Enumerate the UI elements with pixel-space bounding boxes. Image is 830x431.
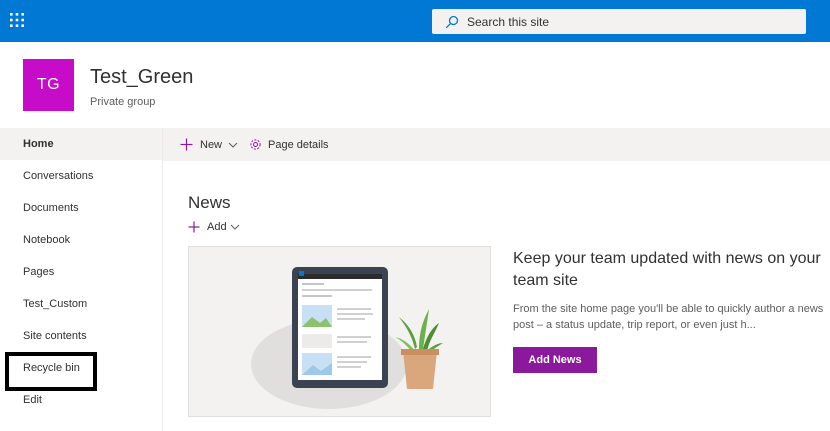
suite-bar: Search this site — [0, 0, 830, 42]
command-bar: New Page details — [163, 128, 830, 161]
nav-item-home[interactable]: Home — [0, 128, 162, 160]
site-logo[interactable]: TG — [23, 59, 74, 111]
site-title[interactable]: Test_Green — [90, 66, 193, 89]
news-illustration — [188, 246, 491, 417]
nav-item-site-contents[interactable]: Site contents — [0, 320, 162, 352]
app-launcher-button[interactable] — [5, 7, 29, 33]
site-privacy-label: Private group — [90, 96, 156, 108]
gear-icon — [249, 138, 262, 151]
search-box[interactable]: Search this site — [432, 9, 806, 34]
waffle-icon — [10, 13, 24, 27]
add-news-button[interactable]: Add News — [513, 347, 597, 373]
search-icon — [445, 15, 459, 29]
nav-item-pages[interactable]: Pages — [0, 256, 162, 288]
news-heading: News — [188, 193, 231, 212]
plus-icon — [180, 138, 193, 151]
nav-item-conversations[interactable]: Conversations — [0, 160, 162, 192]
search-placeholder: Search this site — [467, 14, 550, 29]
chevron-down-icon — [230, 222, 240, 232]
news-add-button[interactable]: Add — [188, 221, 240, 233]
recycle-bin-highlight — [5, 352, 97, 391]
plus-icon — [188, 221, 200, 233]
tablet-plant-illustration — [251, 267, 443, 409]
news-promo-title: Keep your team updated with news on your… — [513, 250, 821, 289]
new-button-label: New — [200, 138, 223, 151]
chevron-down-icon — [228, 140, 238, 150]
nav-item-documents[interactable]: Documents — [0, 192, 162, 224]
new-button[interactable]: New — [180, 138, 238, 151]
news-promo-body: From the site home page you'll be able t… — [513, 303, 824, 331]
page-details-button[interactable]: Page details — [249, 138, 329, 151]
news-add-label: Add — [207, 221, 227, 233]
page-details-label: Page details — [268, 138, 329, 151]
nav-item-test-custom[interactable]: Test_Custom — [0, 288, 162, 320]
nav-item-notebook[interactable]: Notebook — [0, 224, 162, 256]
